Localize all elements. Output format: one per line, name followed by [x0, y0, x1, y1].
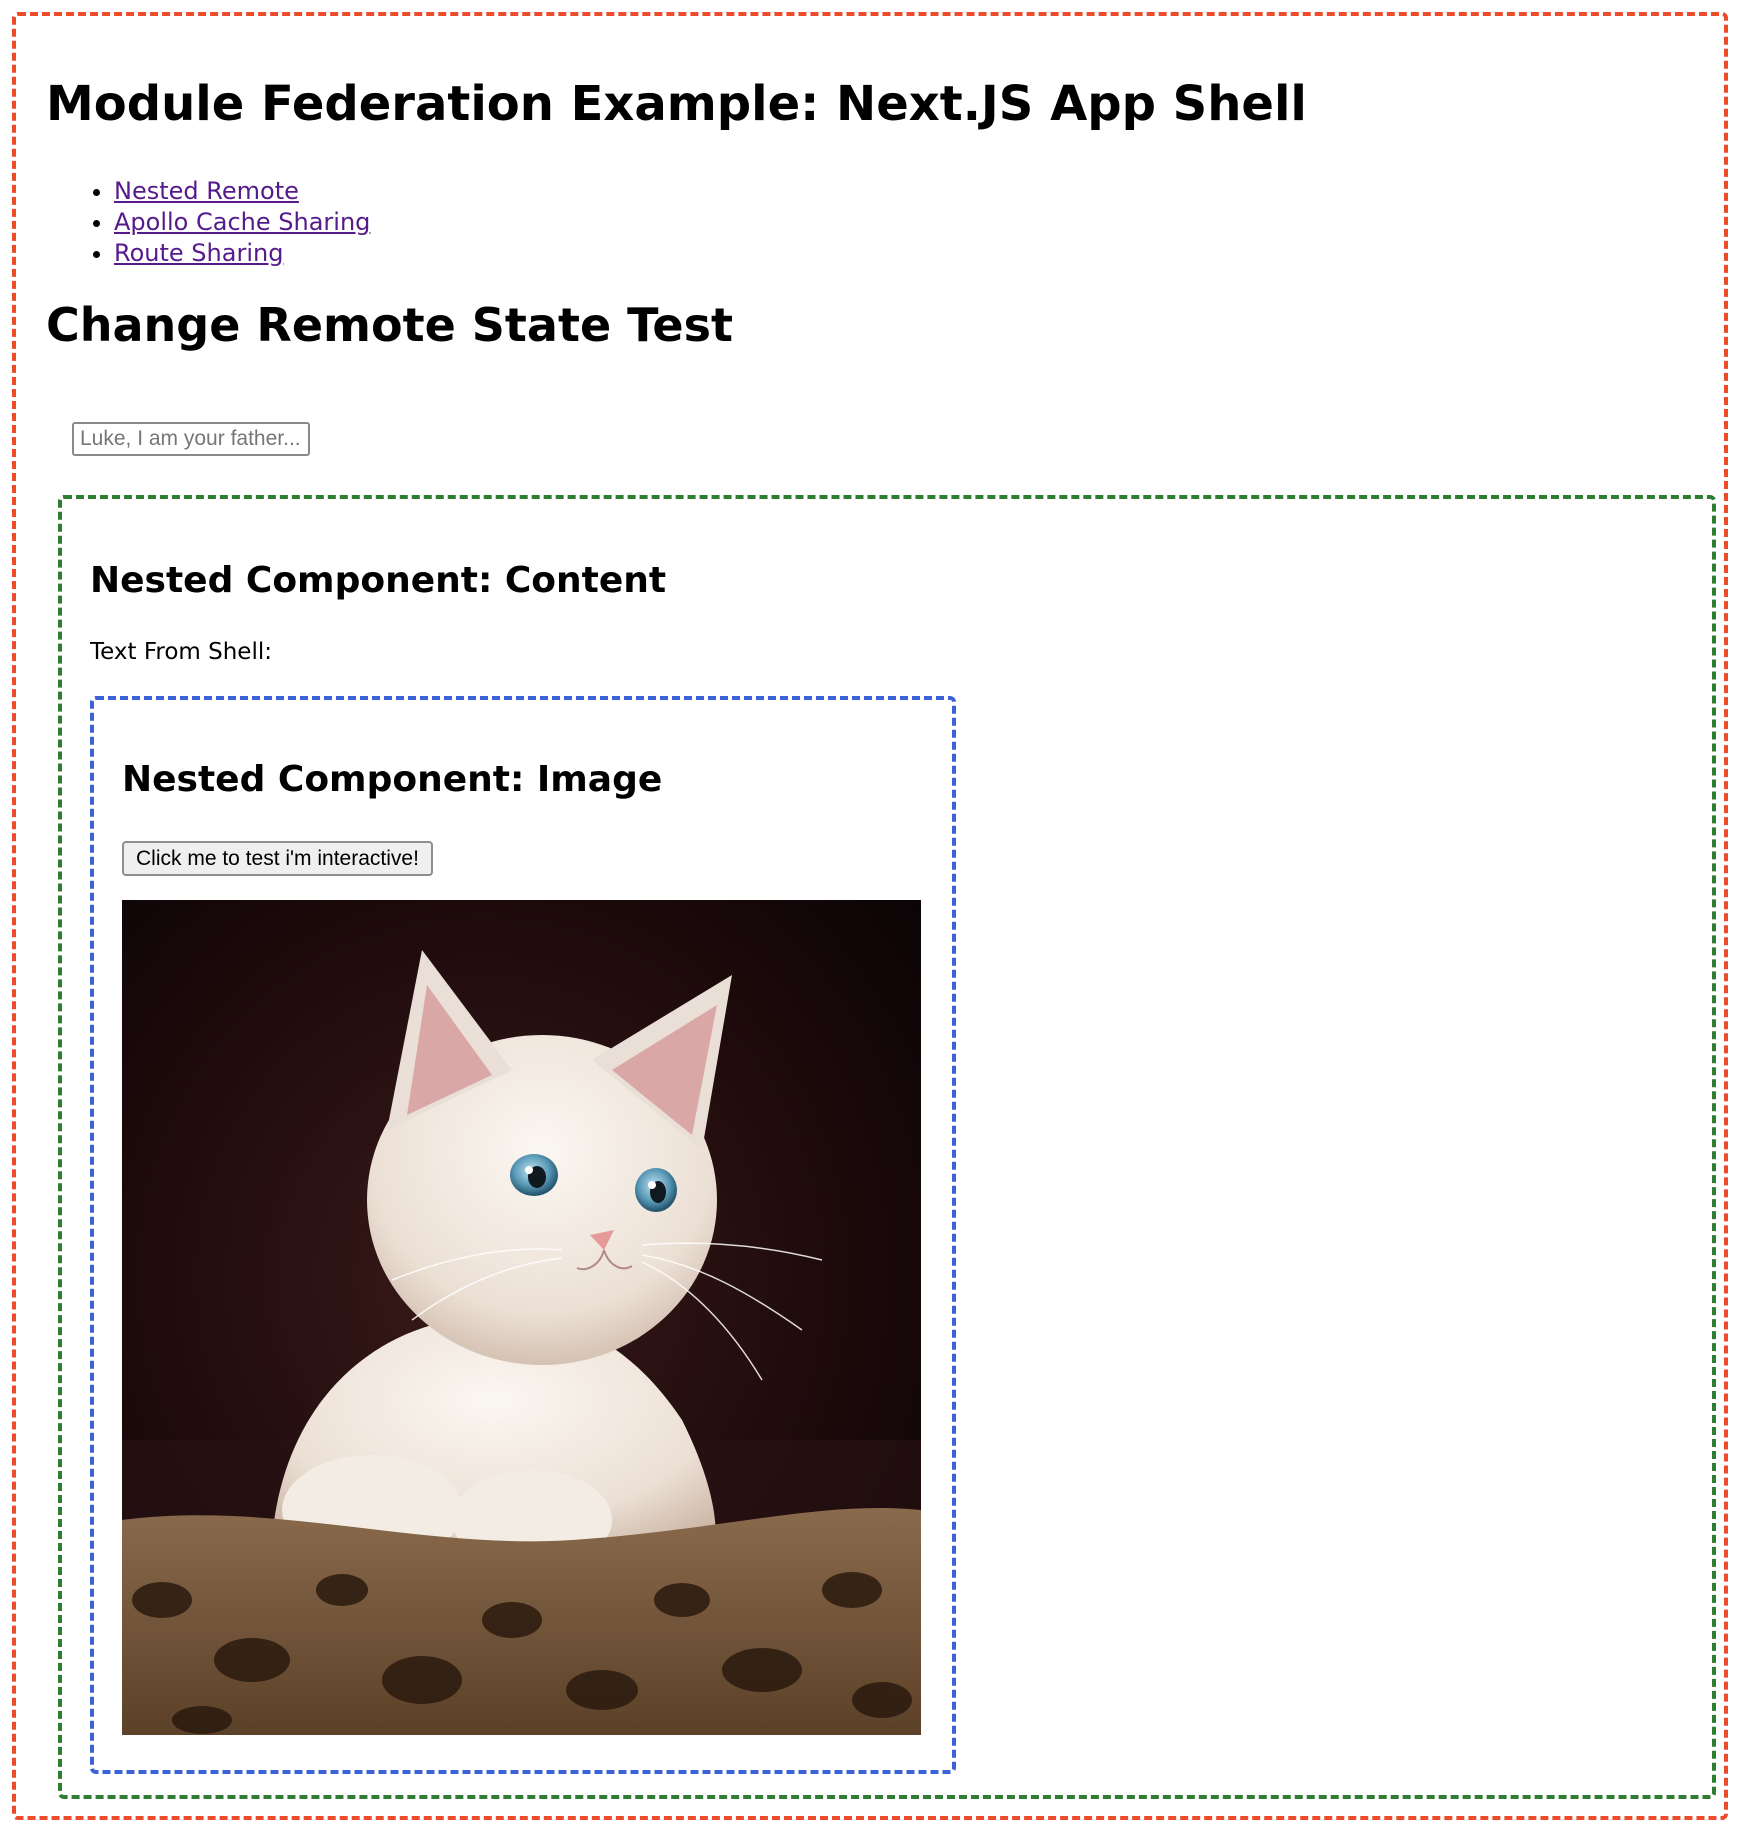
nested-remote-link[interactable]: Nested Remote: [114, 177, 299, 205]
kitten-image: [122, 900, 921, 1735]
nav-list-item: Nested Remote: [114, 176, 370, 207]
image-component-title: Nested Component: Image: [122, 759, 663, 800]
remote-state-input[interactable]: [72, 422, 310, 456]
nav-list-item: Apollo Cache Sharing: [114, 207, 370, 238]
nav-link-list: Nested Remote Apollo Cache Sharing Route…: [46, 176, 370, 269]
app-shell-container: Module Federation Example: Next.JS App S…: [12, 12, 1728, 1820]
content-component-title: Nested Component: Content: [90, 560, 667, 601]
interactive-test-button[interactable]: Click me to test i'm interactive!: [122, 841, 433, 876]
nested-image-component: Nested Component: Image Click me to test…: [90, 696, 956, 1774]
nav-list-item: Route Sharing: [114, 238, 370, 269]
section-title: Change Remote State Test: [46, 298, 733, 352]
page-title: Module Federation Example: Next.JS App S…: [46, 76, 1307, 132]
route-sharing-link[interactable]: Route Sharing: [114, 239, 283, 267]
shell-text-label: Text From Shell:: [90, 639, 272, 665]
nested-content-component: Nested Component: Content Text From Shel…: [58, 495, 1716, 1799]
kitten-photo: [122, 900, 921, 1735]
apollo-cache-sharing-link[interactable]: Apollo Cache Sharing: [114, 208, 370, 236]
